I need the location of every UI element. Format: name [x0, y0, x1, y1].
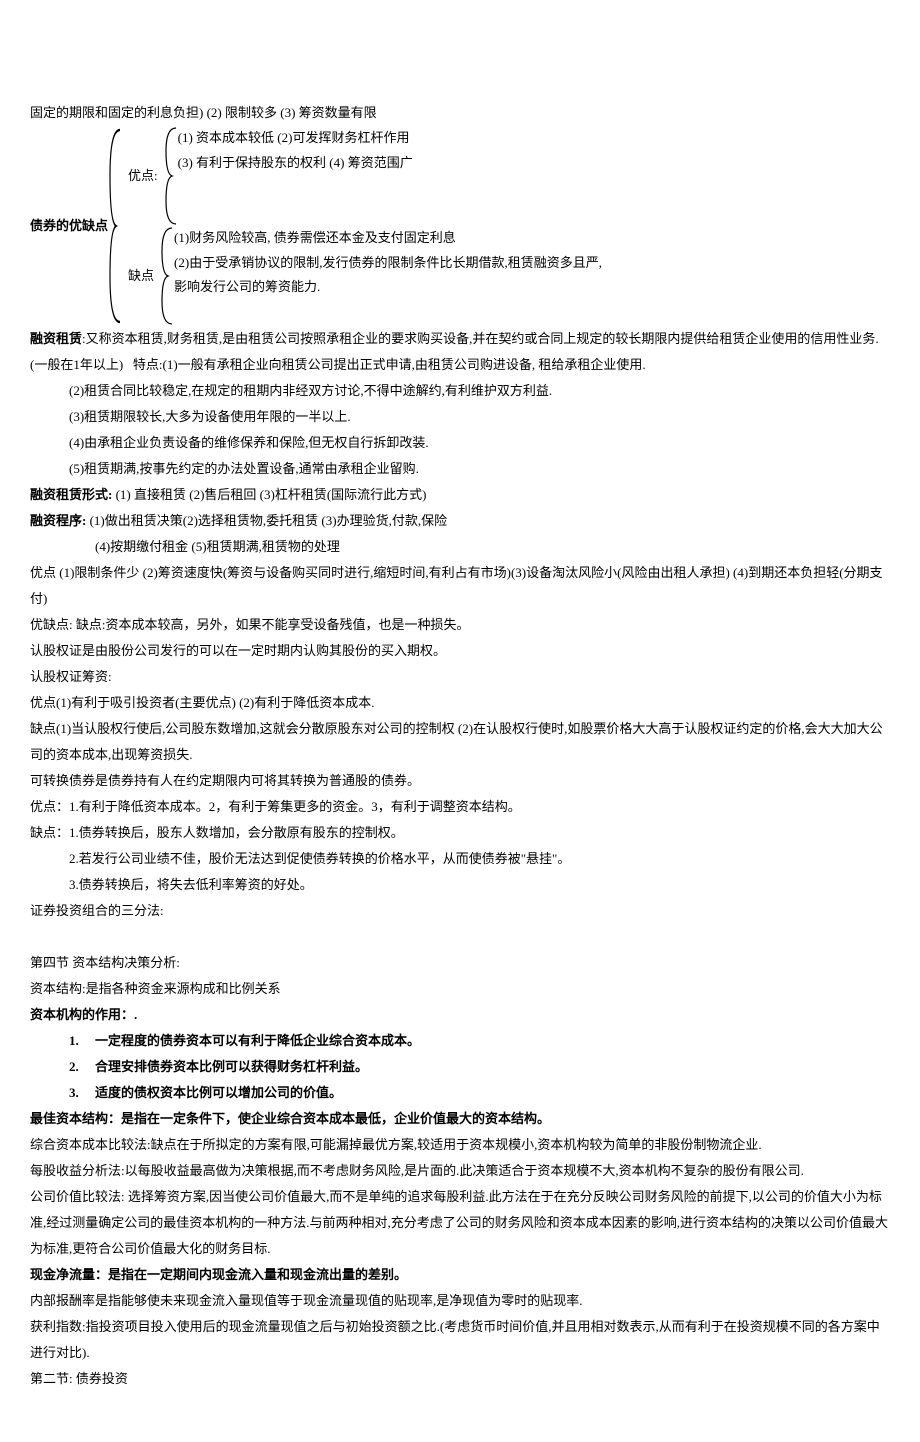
brace-outer: [108, 126, 122, 326]
lease-proc-lbl: 融资程序:: [30, 513, 86, 528]
bond-adv-label: 优点:: [122, 126, 164, 226]
lease-dis: 优缺点: 缺点:资本成本较高，另外，如果不能享受设备残值，也是一种损失。: [30, 612, 890, 638]
bond-pros-cons: 债券的优缺点 优点: (1) 资本成本较低 (2)可发挥财务杠杆作用 (3) 有…: [30, 126, 890, 326]
lease-point-2: (2)租赁合同比较稳定,在规定的租期内非经双方讨论,不得中途解约,有利维护双方利…: [30, 378, 890, 404]
cap-role-label: 资本机构的作用：.: [30, 1002, 890, 1028]
conv-def: 可转换债券是债券持有人在约定期限内可将其转换为普通股的债券。: [30, 768, 890, 794]
lease-form-text: (1) 直接租赁 (2)售后租回 (3)杠杆租赁(国际流行此方式): [112, 487, 426, 502]
cap-role-3-text: 适度的债权资本比例可以增加公司的价值。: [95, 1085, 342, 1100]
conv-dis-1: 缺点：1.债券转换后，股东人数增加，会分散原有股东的控制权。: [30, 820, 890, 846]
conv-adv: 优点：1.有利于降低资本成本。2，有利于筹集更多的资金。3，有利于调整资本结构。: [30, 794, 890, 820]
bond-label: 债券的优缺点: [30, 126, 108, 326]
lease-label: 融资租赁: [30, 331, 82, 346]
lease-proc-1: 融资程序: (1)做出租赁决策(2)选择租赁物,委托租赁 (3)办理验货,付款,…: [30, 508, 890, 534]
warrant-fin: 认股权证筹资:: [30, 664, 890, 690]
cap-struct-def: 资本结构:是指各种资金来源构成和比例关系: [30, 976, 890, 1002]
bond-dis-2: (2)由于受承销协议的限制,发行债券的限制条件比长期借款,租赁融资多且严,: [174, 251, 890, 276]
warrant-dis: 缺点(1)当认股权行使后,公司股东数增加,这就会分散原股东对公司的控制权 (2)…: [30, 716, 890, 768]
lease-form: 融资租赁形式: (1) 直接租赁 (2)售后租回 (3)杠杆租赁(国际流行此方式…: [30, 482, 890, 508]
lease-def-text: :又称资本租赁,财务租赁,是由租赁公司按照承租企业的要求购买设备,并在契约或合同…: [30, 331, 879, 372]
section-4-title: 第四节 资本结构决策分析:: [30, 950, 890, 976]
cap-role-1: 1.一定程度的债券资本可以有利于降低企业综合资本成本。: [69, 1028, 890, 1054]
lease-point-5: (5)租赁期满,按事先约定的办法处置设备,通常由承租企业留购.: [30, 456, 890, 482]
portfolio-method: 证券投资组合的三分法:: [30, 898, 890, 924]
lease-definition: 融资租赁:又称资本租赁,财务租赁,是由租赁公司按照承租企业的要求购买设备,并在契…: [30, 326, 890, 378]
brace-dis: [160, 226, 174, 326]
lease-point-3: (3)租赁期限较长,大多为设备使用年限的一半以上.: [30, 404, 890, 430]
best-cap-struct: 最佳资本结构：是指在一定条件下，使企业综合资本成本最低，企业价值最大的资本结构。: [30, 1106, 890, 1132]
lease-proc-text1: (1)做出租赁决策(2)选择租赁物,委托租赁 (3)办理验货,付款,保险: [86, 513, 447, 528]
bond-dis-3: 影响发行公司的筹资能力.: [174, 275, 890, 300]
lease-proc-2: (4)按期缴付租金 (5)租赁期满,租赁物的处理: [30, 534, 890, 560]
conv-dis-3: 3.债券转换后，将失去低利率筹资的好处。: [30, 872, 890, 898]
method-3: 公司价值比较法: 选择筹资方案,因当使公司价值最大,而不是单纯的追求每股利益.此…: [30, 1184, 890, 1262]
method-2: 每股收益分析法:以每股收益最高做为决策根据,而不考虑财务风险,是片面的.此决策适…: [30, 1158, 890, 1184]
bond-dis-label: 缺点: [122, 226, 160, 326]
cap-role-3: 3.适度的债权资本比例可以增加公司的价值。: [69, 1080, 890, 1106]
cap-role-1-text: 一定程度的债券资本可以有利于降低企业综合资本成本。: [95, 1033, 420, 1048]
blank: [30, 924, 890, 950]
warrant-adv: 优点(1)有利于吸引投资者(主要优点) (2)有利于降低资本成本.: [30, 690, 890, 716]
warrant-def: 认股权证是由股份公司发行的可以在一定时期内认购其股份的买入期权。: [30, 638, 890, 664]
line-fixed-term: 固定的期限和固定的利息负担) (2) 限制较多 (3) 筹资数量有限: [30, 100, 890, 126]
net-cash-flow: 现金净流量：是指在一定期间内现金流入量和现金流出量的差别。: [30, 1262, 890, 1288]
lease-point-4: (4)由承租企业负责设备的维修保养和保险,但无权自行拆卸改装.: [30, 430, 890, 456]
section-2-title: 第二节: 债券投资: [30, 1366, 890, 1392]
bond-adv-2: (3) 有利于保持股东的权利 (4) 筹资范围广: [178, 151, 890, 176]
cap-role-2: 2.合理安排债券资本比例可以获得财务杠杆利益。: [69, 1054, 890, 1080]
pi-def: 获利指数:指投资项目投入使用后的现金流量现值之后与初始投资额之比.(考虑货币时间…: [30, 1314, 890, 1366]
bond-dis-1: (1)财务风险较高, 债券需偿还本金及支付固定利息: [174, 226, 890, 251]
num-3: 3.: [69, 1080, 95, 1106]
lease-adv: 优点 (1)限制条件少 (2)筹资速度快(筹资与设备购买同时进行,缩短时间,有利…: [30, 560, 890, 612]
cap-role-2-text: 合理安排债券资本比例可以获得财务杠杆利益。: [95, 1059, 368, 1074]
num-2: 2.: [69, 1054, 95, 1080]
irr-def: 内部报酬率是指能够使未来现金流入量现值等于现金流量现值的贴现率,是净现值为零时的…: [30, 1288, 890, 1314]
method-1: 综合资本成本比较法:缺点在于所拟定的方案有限,可能漏掉最优方案,较适用于资本规模…: [30, 1132, 890, 1158]
num-1: 1.: [69, 1028, 95, 1054]
conv-dis-2: 2.若发行公司业绩不佳，股价无法达到促使债券转换的价格水平，从而使债券被"悬挂"…: [30, 846, 890, 872]
lease-form-lbl: 融资租赁形式:: [30, 487, 112, 502]
brace-adv: [164, 126, 178, 226]
bond-adv-1: (1) 资本成本较低 (2)可发挥财务杠杆作用: [178, 126, 890, 151]
